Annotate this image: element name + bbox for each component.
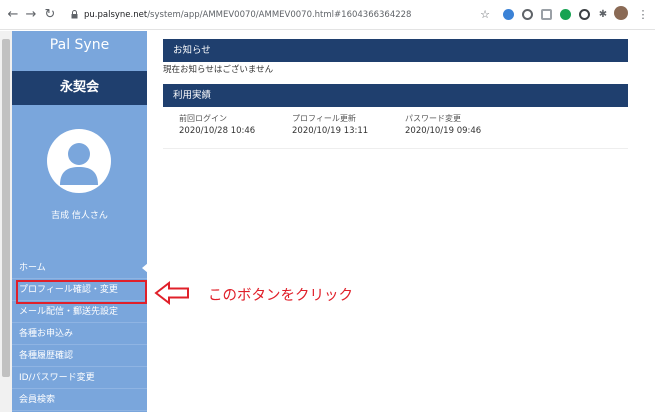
sidebar-item-password[interactable]: ID/パスワード変更 xyxy=(12,367,147,389)
forward-icon[interactable]: → xyxy=(24,7,38,23)
notice-header: お知らせ xyxy=(163,39,628,62)
last-login-label: 前回ログイン xyxy=(179,114,227,123)
star-icon[interactable]: ☆ xyxy=(478,7,492,23)
profile-updated-value: 2020/10/19 13:11 xyxy=(292,126,369,136)
site-logo[interactable]: Pal Syne xyxy=(12,37,147,53)
profile-updated: プロフィール更新 2020/10/19 13:11 xyxy=(292,113,368,136)
password-changed-value: 2020/10/19 09:46 xyxy=(405,126,482,136)
sidebar-item-home[interactable]: ホーム xyxy=(12,257,148,279)
usage-panel: 前回ログイン 2020/10/28 10:46 プロフィール更新 2020/10… xyxy=(163,107,628,149)
extension-icon-5[interactable] xyxy=(579,9,590,20)
url-text: pu.palsyne.net/system/app/AMMEV0070/AMME… xyxy=(84,10,412,20)
notice-text: 現在お知らせはございません xyxy=(163,65,274,75)
extension-icon-1[interactable] xyxy=(503,9,514,20)
browser-toolbar: ← → ↻ pu.palsyne.net/system/app/AMMEV007… xyxy=(0,0,655,30)
extension-icon-3[interactable] xyxy=(541,9,552,20)
sidebar-item-mail-settings[interactable]: メール配信・郵送先設定 xyxy=(12,301,147,323)
sidebar-item-member-search[interactable]: 会員検索 xyxy=(12,389,147,411)
extension-icon-2[interactable] xyxy=(522,9,533,20)
scrollbar-thumb[interactable] xyxy=(2,39,10,377)
puzzle-icon[interactable]: ✱ xyxy=(596,7,610,23)
password-changed-label: パスワード変更 xyxy=(405,114,461,123)
last-login-value: 2020/10/28 10:46 xyxy=(179,126,256,136)
annotation-text: このボタンをクリック xyxy=(208,288,353,304)
extension-icon-4[interactable] xyxy=(560,9,571,20)
organization-name: 永契会 xyxy=(12,71,147,105)
sidebar-item-applications[interactable]: 各種お申込み xyxy=(12,323,147,345)
reload-icon[interactable]: ↻ xyxy=(43,7,57,23)
user-avatar-icon xyxy=(47,129,111,193)
sidebar: Pal Syne 永契会 吉成 信人さん ホーム プロフィール確認・変更 メール… xyxy=(12,31,148,412)
highlight-box xyxy=(16,280,147,304)
profile-updated-label: プロフィール更新 xyxy=(292,114,356,123)
password-changed: パスワード変更 2020/10/19 09:46 xyxy=(405,113,481,136)
lock-icon xyxy=(71,10,78,19)
last-login: 前回ログイン 2020/10/28 10:46 xyxy=(179,113,255,136)
back-icon[interactable]: ← xyxy=(6,7,20,23)
address-bar[interactable]: pu.palsyne.net/system/app/AMMEV0070/AMME… xyxy=(66,5,506,25)
page-scrollbar[interactable] xyxy=(0,31,12,412)
avatar-icon[interactable] xyxy=(614,6,628,20)
user-name: 吉成 信人さん xyxy=(51,211,108,221)
usage-header: 利用実績 xyxy=(163,84,628,107)
menu-dots-icon[interactable]: ⋮ xyxy=(636,7,650,23)
arrow-left-annotation-icon xyxy=(154,280,189,306)
sidebar-item-history[interactable]: 各種履歴確認 xyxy=(12,345,147,367)
